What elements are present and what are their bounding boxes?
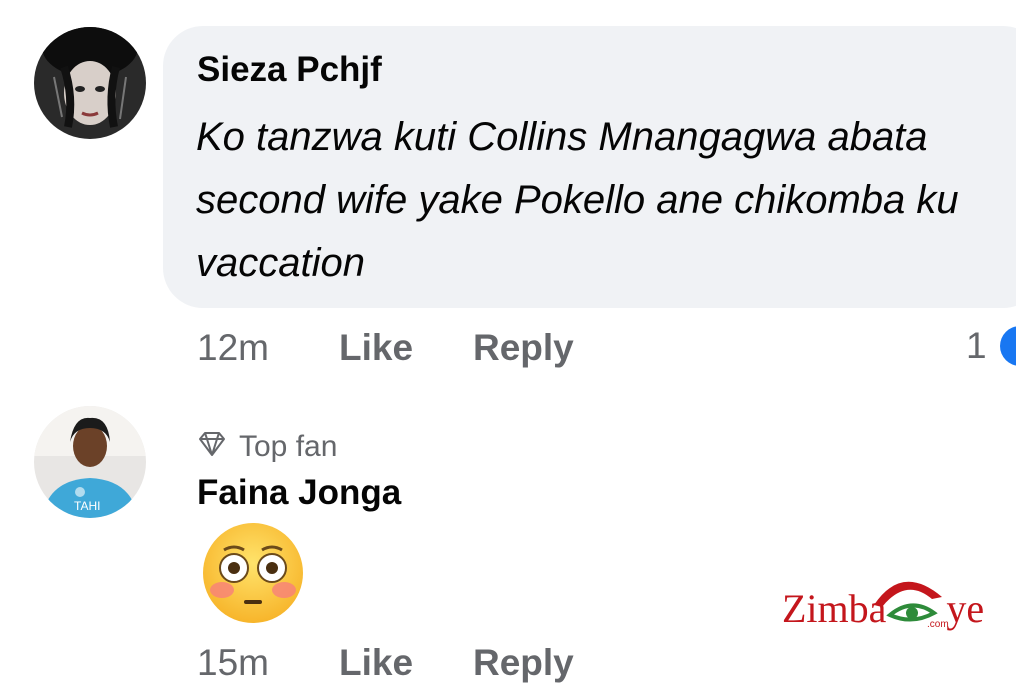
diamond-icon <box>197 431 227 465</box>
flushed-face-emoji <box>200 520 306 626</box>
reply-button[interactable]: Reply <box>473 642 574 684</box>
top-fan-badge: Top fan <box>197 430 337 465</box>
comment-time[interactable]: 12m <box>197 327 269 369</box>
like-button[interactable]: Like <box>339 327 413 369</box>
comment-author[interactable]: Faina Jonga <box>197 473 401 513</box>
watermark-text: Zimba ye <box>782 586 985 631</box>
comment-time[interactable]: 15m <box>197 642 269 684</box>
top-fan-label: Top fan <box>239 430 338 463</box>
svg-text:TAHI: TAHI <box>74 499 100 513</box>
like-button[interactable]: Like <box>339 642 413 684</box>
like-icon[interactable] <box>1000 326 1016 366</box>
comment-author[interactable]: Sieza Pchjf <box>197 50 382 90</box>
comment-text: Ko tanzwa kuti Collins Mnangagwa abata s… <box>196 115 959 285</box>
avatar[interactable]: TAHI <box>34 406 146 518</box>
reaction-count[interactable]: 1 <box>966 325 987 367</box>
watermark-suffix: .com <box>927 619 949 630</box>
zimbaeye-watermark-logo: Zimba ye .com <box>782 567 984 637</box>
avatar[interactable] <box>34 27 146 139</box>
reply-button[interactable]: Reply <box>473 327 574 369</box>
